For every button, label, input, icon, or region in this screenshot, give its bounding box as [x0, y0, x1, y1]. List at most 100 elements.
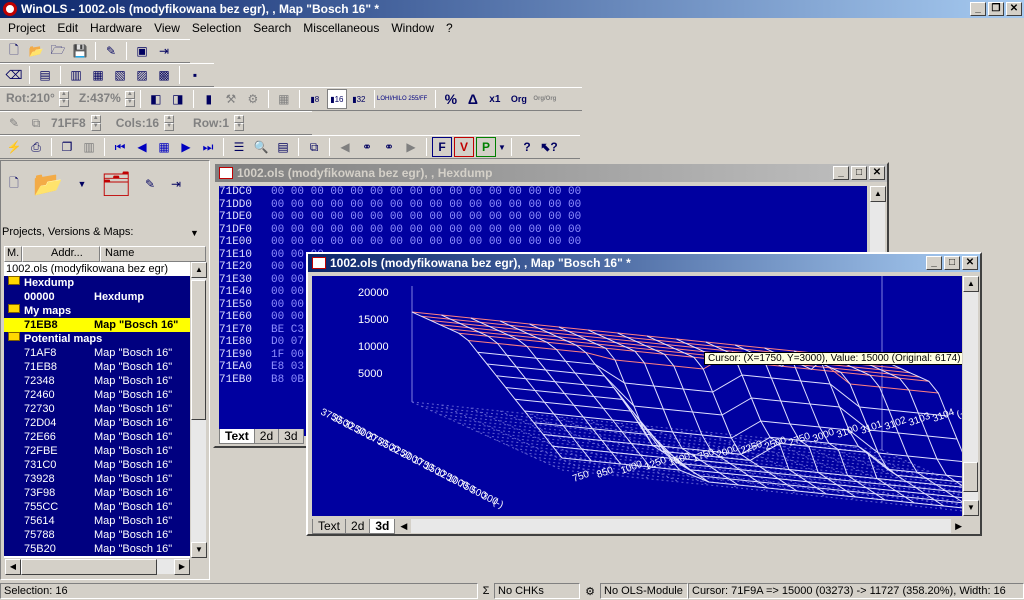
open-project-big-icon[interactable]: 📂: [30, 166, 66, 202]
bits32-icon[interactable]: ▮32: [349, 89, 369, 109]
delta-button[interactable]: Δ: [463, 89, 483, 109]
tree-row[interactable]: 75788 Map "Bosch 16": [4, 528, 192, 542]
chip-map-x-icon[interactable]: ▧: [110, 65, 130, 85]
menu-search[interactable]: Search: [247, 21, 297, 35]
window-new-icon[interactable]: ▣: [132, 41, 152, 61]
copy-icon[interactable]: ⧉: [26, 113, 46, 133]
restore-button[interactable]: ❐: [988, 2, 1004, 16]
bits8-icon[interactable]: ▮8: [305, 89, 325, 109]
binoculars-icon[interactable]: ⚭: [357, 137, 377, 157]
menu-edit[interactable]: Edit: [51, 21, 84, 35]
map-scroll-down-icon[interactable]: ▼: [963, 500, 979, 516]
doc-icon[interactable]: ▤: [273, 137, 293, 157]
previous-icon[interactable]: ◀: [132, 137, 152, 157]
chip-map-green-icon[interactable]: ▨: [132, 65, 152, 85]
p-dropdown-icon[interactable]: ▼: [498, 137, 506, 157]
menu-window[interactable]: Window: [385, 21, 440, 35]
eraser-icon[interactable]: ⌫: [4, 65, 24, 85]
tools2-icon[interactable]: ⚙: [243, 89, 263, 109]
tree-row[interactable]: 71EB8 Map "Bosch 16": [4, 360, 192, 374]
dropdown-icon[interactable]: ▼: [72, 174, 92, 194]
tree-row[interactable]: 73F98 Map "Bosch 16": [4, 486, 192, 500]
hexdump-maximize-button[interactable]: □: [851, 166, 867, 180]
map-close-button[interactable]: ✕: [962, 256, 978, 270]
wand-small-icon[interactable]: ✎: [140, 174, 160, 194]
tree-row[interactable]: 71AF8 Map "Bosch 16": [4, 346, 192, 360]
row-spin-arrows[interactable]: ▲ ▼: [234, 115, 245, 131]
zoom-spin-arrows[interactable]: ▲ ▼: [124, 91, 135, 107]
tree-row[interactable]: 71EB8 Map "Bosch 16": [4, 318, 192, 332]
tree-row[interactable]: 731C0 Map "Bosch 16": [4, 458, 192, 472]
view-3d-icon[interactable]: ◧: [146, 89, 166, 109]
hex-tab-2d[interactable]: 2d: [253, 428, 280, 444]
hexdump-minimize-button[interactable]: _: [833, 166, 849, 180]
tree-horizontal-scrollbar[interactable]: ◀ ▶: [4, 558, 190, 575]
projects-dropdown-icon[interactable]: ▼: [190, 228, 199, 238]
checksum-icon[interactable]: ⚡: [4, 137, 24, 157]
tree-row[interactable]: 75B20 Map "Bosch 16": [4, 542, 192, 556]
hex-tab-text[interactable]: Text: [219, 428, 255, 444]
tree-row[interactable]: 72460 Map "Bosch 16": [4, 388, 192, 402]
grid-icon[interactable]: ▦: [154, 137, 174, 157]
hex-tab-3d[interactable]: 3d: [278, 428, 304, 444]
org-button[interactable]: Org: [507, 89, 531, 109]
map-minimize-button[interactable]: _: [926, 256, 942, 270]
map-horizontal-scrollbar[interactable]: [411, 519, 952, 533]
tree-row[interactable]: 1002.ols (modyfikowana bez egr): [4, 262, 192, 276]
zoom-spin[interactable]: Z:437%: [77, 91, 123, 107]
tree-group[interactable]: My maps: [4, 304, 192, 318]
new-project-icon[interactable]: 🗋: [4, 174, 24, 194]
help-icon[interactable]: ?: [517, 137, 537, 157]
scroll-thumb[interactable]: [191, 280, 206, 420]
context-help-icon[interactable]: ⬉?: [539, 137, 559, 157]
table-icon[interactable]: ▦: [274, 89, 294, 109]
percent-button[interactable]: %: [441, 89, 461, 109]
chip-map-icon[interactable]: ▥: [66, 65, 86, 85]
hex-row[interactable]: 71DF0 00 00 00 00 00 00 00 00 00 00 00 00…: [219, 224, 867, 237]
chip-map-red-icon[interactable]: ▦: [88, 65, 108, 85]
tree-row[interactable]: 72D04 Map "Bosch 16": [4, 416, 192, 430]
col-name-header[interactable]: Name: [100, 246, 206, 262]
export-small-icon[interactable]: ⇥: [166, 174, 186, 194]
hex-scroll-up-icon[interactable]: ▲: [870, 186, 886, 202]
wand-icon[interactable]: ✎: [101, 41, 121, 61]
tree-row[interactable]: 72730 Map "Bosch 16": [4, 402, 192, 416]
map-3d-plot[interactable]: 20000 15000 10000 5000 3750 3500 3250 3000 2750 2…: [312, 276, 962, 516]
tree-vertical-scrollbar[interactable]: ▲ ▼: [190, 262, 207, 558]
menu-help[interactable]: ?: [440, 21, 459, 35]
window-export-icon[interactable]: ⇥: [154, 41, 174, 61]
v-icon[interactable]: V: [454, 137, 474, 157]
scroll-right-icon[interactable]: ▶: [174, 559, 190, 575]
tree-row[interactable]: 75614 Map "Bosch 16": [4, 514, 192, 528]
cols-spin-arrows[interactable]: ▲ ▼: [164, 115, 175, 131]
lohi-button[interactable]: LOHI/HILO: [377, 89, 407, 109]
first-icon[interactable]: ⏮: [110, 137, 130, 157]
scroll-up-icon[interactable]: ▲: [191, 262, 207, 278]
bits16-icon[interactable]: ▮16: [326, 89, 347, 109]
rotation-spin[interactable]: Rot:210°: [4, 91, 57, 107]
col-m-header[interactable]: M.: [4, 246, 22, 262]
rotation-spin-arrows[interactable]: ▲ ▼: [58, 91, 69, 107]
tools-icon[interactable]: ⚒: [221, 89, 241, 109]
map-vertical-scrollbar[interactable]: ▲ ▼: [962, 276, 979, 516]
hex-row[interactable]: 71DD0 00 00 00 00 00 00 00 00 00 00 00 00…: [219, 199, 867, 212]
tree-row[interactable]: 72FBE Map "Bosch 16": [4, 444, 192, 458]
menu-hardware[interactable]: Hardware: [84, 21, 148, 35]
prev-map-icon[interactable]: ◀: [335, 137, 355, 157]
tree-group[interactable]: Potential maps: [4, 332, 192, 346]
cols-spin[interactable]: Cols:16: [113, 116, 162, 130]
x1-button[interactable]: x1: [485, 89, 505, 109]
map-tab-2d[interactable]: 2d: [345, 518, 371, 534]
map-maximize-button[interactable]: □: [944, 256, 960, 270]
menu-view[interactable]: View: [148, 21, 186, 35]
open-project-icon[interactable]: 🗁: [48, 41, 68, 61]
scroll-left-icon[interactable]: ◀: [5, 559, 21, 575]
view-grid-icon[interactable]: ◨: [168, 89, 188, 109]
scroll-down-icon[interactable]: ▼: [191, 542, 207, 558]
chip-delete-icon[interactable]: ▪: [185, 65, 205, 85]
list-icon[interactable]: ☰: [229, 137, 249, 157]
hex-row[interactable]: 71E00 00 00 00 00 00 00 00 00 00 00 00 00…: [219, 236, 867, 249]
zoom-doc-icon[interactable]: 🔍: [251, 137, 271, 157]
tree-group[interactable]: Hexdump: [4, 276, 192, 290]
map-scroll-thumb[interactable]: [963, 462, 978, 492]
